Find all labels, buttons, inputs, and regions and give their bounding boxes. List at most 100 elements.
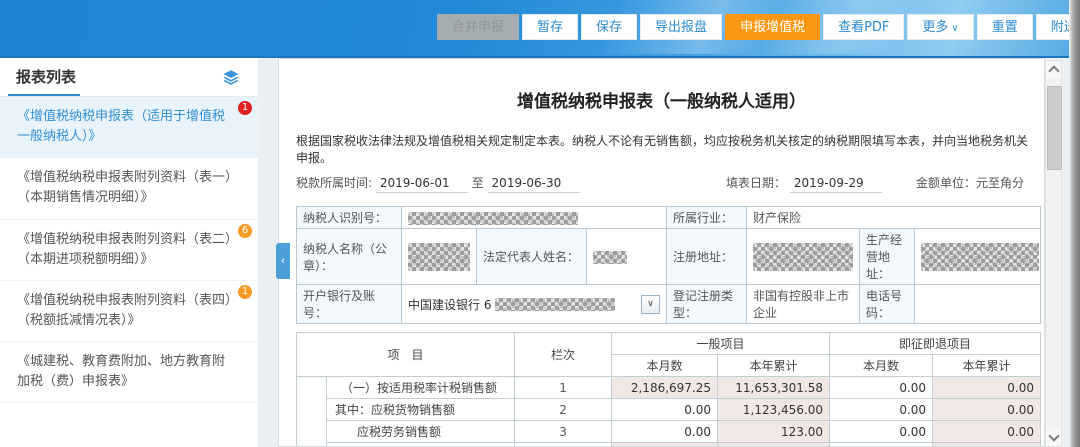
taxpayer-name-label: 纳税人名称（公章）： (297, 229, 402, 285)
temp-save-button[interactable]: 暂存 (522, 14, 578, 40)
sidebar-item-attachment-table2[interactable]: 《增值税纳税申报表附列资料（表二）（本期进项税额明细）》 6 (0, 220, 258, 281)
taxpayer-name-value (402, 229, 477, 285)
sidebar-item-attachment-table4[interactable]: 《增值税纳税申报表附列资料（表四）（税额抵减情况表）》 1 (0, 281, 258, 342)
cell-refund-month[interactable]: 0.00 (830, 421, 933, 443)
cell-general-ytd: 123.00 (718, 421, 830, 443)
bank-account-field[interactable]: 中国建设银行 6 ∨ (402, 285, 667, 324)
col-header-ytd-general: 本年累计 (718, 355, 830, 377)
taxpayer-id-value (402, 207, 667, 229)
row-line-no: 2 (515, 399, 612, 421)
form-instruction: 根据国家税收法律法规及增值税相关规定制定本表。纳税人不论有无销售额，均应按税务机… (296, 132, 1028, 166)
view-pdf-button[interactable]: 查看PDF (823, 14, 904, 40)
cell-general-month[interactable]: 0.00 (612, 399, 718, 421)
cell-general-ytd: 11,653,301.58 (718, 377, 830, 399)
redacted-biz-address (921, 243, 1039, 271)
export-disk-button[interactable]: 导出报盘 (640, 14, 722, 40)
redacted-taxpayer-name (408, 243, 470, 271)
panel-gutter (258, 58, 278, 447)
scrollbar-thumb[interactable] (1047, 86, 1062, 170)
app-window: 合并申报 暂存 保存 导出报盘 申报增值税 查看PDF 更多∨ 重置 附送资料 … (0, 0, 1080, 447)
cell-refund-ytd: 0.00 (933, 421, 1041, 443)
col-header-ytd-refund: 本年累计 (933, 355, 1041, 377)
cell-refund-ytd: 0.00 (933, 399, 1041, 421)
biz-address-label: 生产经营地址： (860, 229, 915, 285)
row-item-label: 纳税检查调整的销售额 (327, 443, 515, 447)
merge-declare-button: 合并申报 (437, 14, 519, 40)
cell-general-month[interactable]: 0.00 (612, 421, 718, 443)
form-title: 增值税纳税申报表（一般纳税人适用） (279, 87, 1044, 112)
bank-dropdown-button[interactable]: ∨ (641, 295, 660, 314)
redacted-reg-address (753, 243, 853, 271)
warning-count-badge: 6 (238, 224, 252, 238)
cell-general-month: 0.00 (612, 443, 718, 447)
sidebar-item-attachment-table1[interactable]: 《增值税纳税申报表附列资料（表一）（本期销售情况明细）》 (0, 158, 258, 219)
sidebar-title: 报表列表 (16, 66, 76, 87)
col-header-item: 项 目 (297, 333, 515, 377)
error-count-badge: 1 (238, 101, 252, 115)
scroll-up-button[interactable] (1046, 61, 1061, 78)
reset-button[interactable]: 重置 (977, 14, 1033, 40)
warning-count-badge: 1 (238, 285, 252, 299)
chevron-up-icon (1048, 65, 1059, 76)
sidebar-item-label: 《增值税纳税申报表附列资料（表一）（本期销售情况明细）》 (17, 170, 232, 205)
col-header-line-no: 栏次 (515, 333, 612, 377)
sidebar-collapse-handle[interactable]: ‹ (276, 243, 290, 279)
biz-address-value (915, 229, 1041, 285)
redacted-legal-rep (593, 251, 627, 264)
fill-date-field[interactable]: 2019-09-29 (790, 176, 882, 193)
amount-unit-note: 金额单位：元至角分 (916, 174, 1024, 191)
reg-type-value: 非国有控股非上市企业 (747, 285, 860, 324)
redacted-taxpayer-id (408, 212, 578, 225)
sidebar-item-label: 《增值税纳税申报表附列资料（表四）（税额抵减情况表）》 (17, 293, 232, 328)
sidebar-title-indicator (8, 94, 80, 96)
taxpayer-id-label: 纳税人识别号： (297, 207, 402, 229)
sidebar-item-vat-main-return[interactable]: 《增值税纳税申报表（适用于增值税一般纳税人）》 1 (0, 97, 258, 158)
cell-refund-month[interactable]: 0.00 (830, 443, 933, 447)
cell-refund-month[interactable]: 0.00 (830, 399, 933, 421)
declare-vat-button[interactable]: 申报增值税 (725, 14, 820, 40)
row-item-label: 其中：应税货物销售额 (327, 399, 515, 421)
vertical-scrollbar[interactable] (1045, 60, 1062, 447)
save-button[interactable]: 保存 (581, 14, 637, 40)
toolbar: 合并申报 暂存 保存 导出报盘 申报增值税 查看PDF 更多∨ 重置 附送资料 (437, 14, 1080, 40)
reg-address-value (747, 229, 860, 285)
window-edge (1069, 0, 1080, 447)
table-row: 销售额 （一）按适用税率计税销售额 1 2,186,697.25 11,653,… (297, 377, 1041, 399)
sidebar-item-label: 《增值税纳税申报表（适用于增值税一般纳税人）》 (17, 109, 225, 144)
form-meta-row: 税款所属时间: 2019-06-01 至 2019-06-30 填表日期： 20… (296, 174, 1028, 196)
cell-refund-month[interactable]: 0.00 (830, 377, 933, 399)
report-list-sidebar: 报表列表 《增值税纳税申报表（适用于增值税一般纳税人）》 1 《增值税纳税申报表… (0, 58, 258, 447)
sidebar-item-surtax-return[interactable]: 《城建税、教育费附加、地方教育附加税（费）申报表》 (0, 342, 258, 403)
period-end-field[interactable]: 2019-06-30 (488, 176, 580, 193)
table-row: 纳税检查调整的销售额 4 0.00 0.00 0.00 0.00 (297, 443, 1041, 447)
phone-label: 电话号码： (860, 285, 915, 324)
industry-value: 财产保险 (747, 207, 1041, 229)
row-line-no: 1 (515, 377, 612, 399)
period-label: 税款所属时间: (296, 176, 372, 190)
taxpayer-info-table: 纳税人识别号： 所属行业： 财产保险 纳税人名称（公章）： 法定代表人姓名： 注… (296, 206, 1041, 324)
fill-date-label: 填表日期： (726, 176, 786, 190)
row-line-no: 4 (515, 443, 612, 447)
reg-address-label: 注册地址： (667, 229, 747, 285)
more-button[interactable]: 更多∨ (907, 14, 973, 40)
chevron-down-icon: ∨ (951, 23, 958, 34)
layers-icon[interactable] (222, 68, 240, 86)
row-item-label: 应税劳务销售额 (327, 421, 515, 443)
phone-value[interactable] (915, 285, 1041, 324)
industry-label: 所属行业： (667, 207, 747, 229)
row-item-label: （一）按适用税率计税销售额 (327, 377, 515, 399)
col-header-month-refund: 本月数 (830, 355, 933, 377)
row-group-sales: 销售额 (297, 377, 327, 447)
cell-refund-ytd: 0.00 (933, 377, 1041, 399)
vat-declaration-table: 项 目 栏次 一般项目 即征即退项目 本月数 本年累计 本月数 本年累计 销售额… (296, 332, 1041, 447)
legal-rep-value (587, 229, 667, 285)
top-banner: 合并申报 暂存 保存 导出报盘 申报增值税 查看PDF 更多∨ 重置 附送资料 (0, 0, 1080, 58)
bank-account-label: 开户银行及账号： (297, 285, 402, 324)
scroll-down-button[interactable] (1046, 429, 1061, 446)
more-button-label: 更多 (922, 20, 948, 35)
redacted-bank-account (495, 298, 615, 311)
legal-rep-label: 法定代表人姓名： (477, 229, 587, 285)
row-line-no: 3 (515, 421, 612, 443)
reg-type-label: 登记注册类型： (667, 285, 747, 324)
period-start-field[interactable]: 2019-06-01 (376, 176, 468, 193)
